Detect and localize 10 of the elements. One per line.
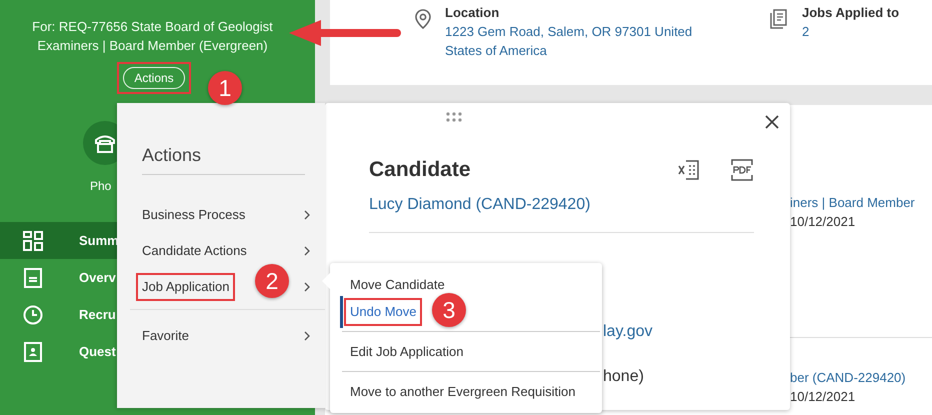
- date-text: 10/12/2021: [790, 388, 856, 406]
- requisition-title: For: REQ-77656 State Board of Geologist: [32, 18, 274, 36]
- date-text: 10/12/2021: [790, 213, 856, 231]
- popup-title: Candidate: [369, 158, 472, 182]
- location-label: Location: [445, 4, 500, 22]
- phone-text: hone): [603, 368, 644, 386]
- jobs-applied-label: Jobs Applied to: [802, 4, 900, 22]
- phone-label: Pho: [90, 179, 112, 193]
- requisition-title: Examiners | Board Member (Evergreen): [37, 37, 269, 55]
- menu-title: Actions: [142, 145, 202, 166]
